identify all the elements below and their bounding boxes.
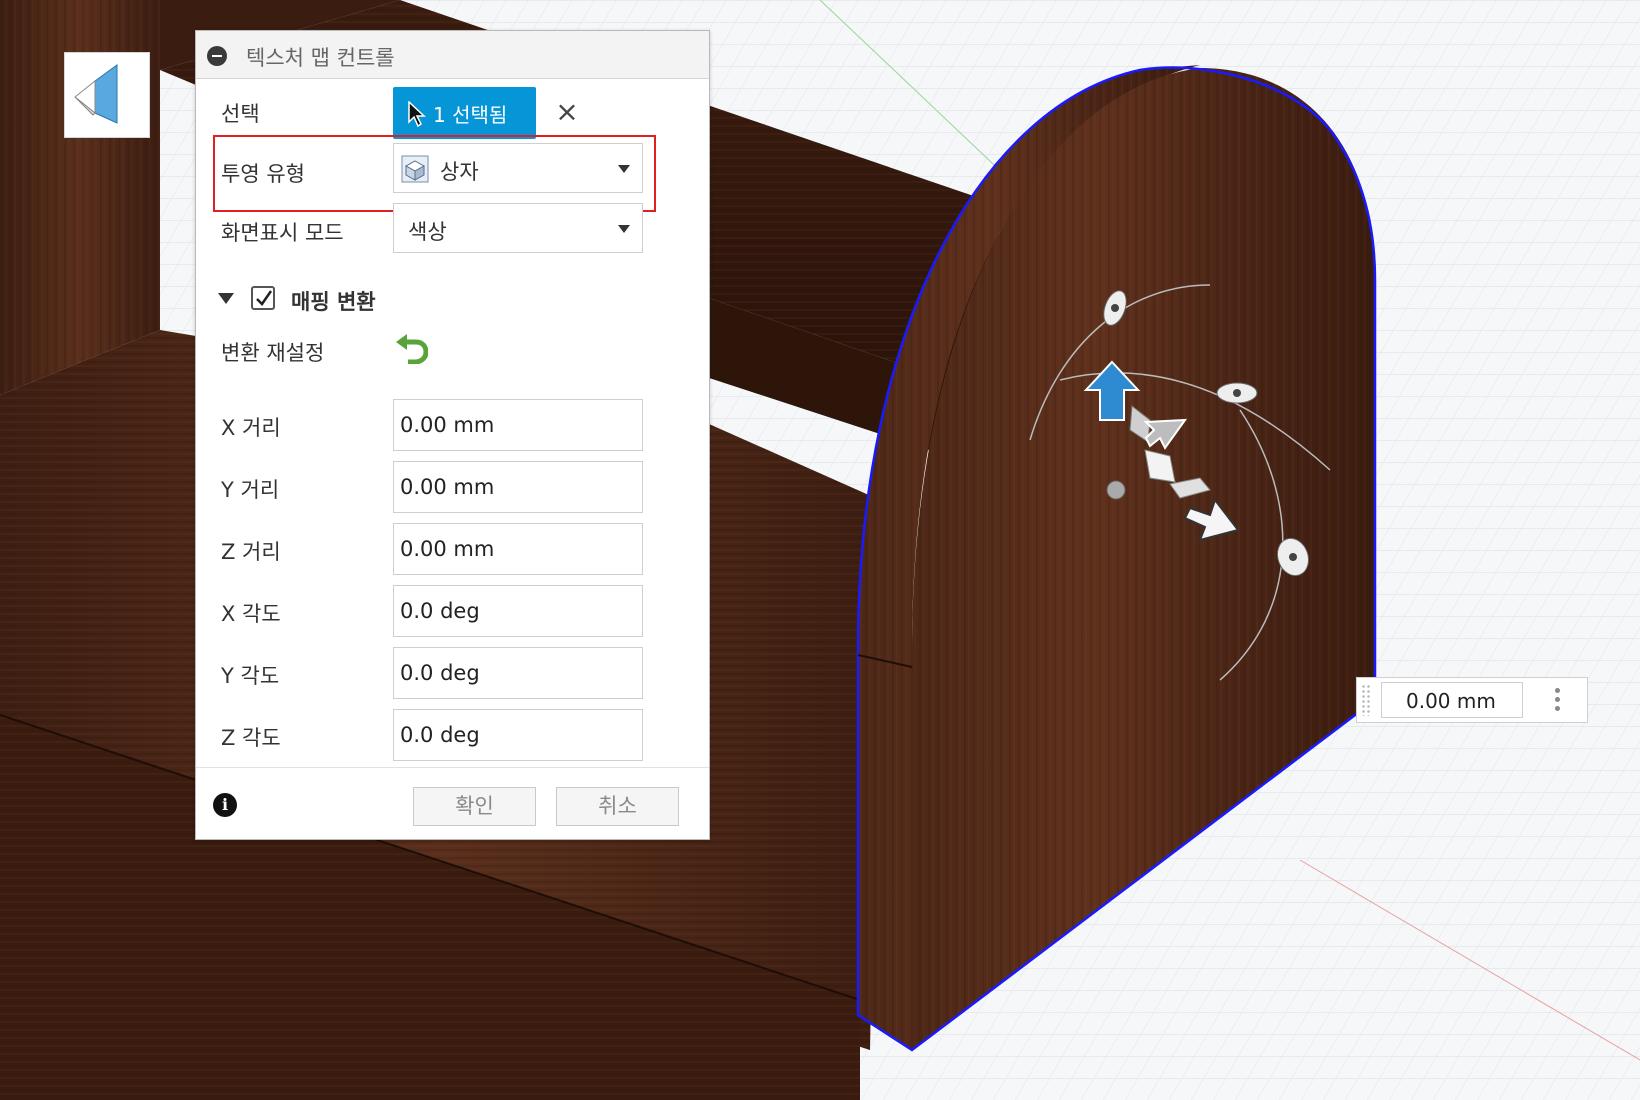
reset-transform-label: 변환 재설정 <box>221 341 325 365</box>
box-projection-icon <box>401 155 429 183</box>
transform-value: 0.00 mm <box>400 475 495 499</box>
dimension-input-box: 0.00 mm <box>1356 677 1588 723</box>
field-label: Y 거리 <box>221 478 280 502</box>
transform-input[interactable]: 0.00 mm <box>393 399 643 451</box>
field-label: Y 각도 <box>221 664 280 688</box>
viewcube[interactable] <box>64 52 150 138</box>
section-collapse-icon[interactable] <box>218 293 234 304</box>
close-x-icon[interactable]: × <box>554 98 580 126</box>
projection-type-dropdown[interactable]: 상자 <box>393 143 643 193</box>
transform-value: 0.0 deg <box>400 723 480 747</box>
viewcube-icon <box>74 64 118 124</box>
field-label: Z 각도 <box>221 726 281 750</box>
transform-input[interactable]: 0.00 mm <box>393 523 643 575</box>
cancel-button[interactable]: 취소 <box>556 787 679 826</box>
info-icon[interactable]: i <box>213 793 237 817</box>
projection-type-value: 상자 <box>440 160 479 184</box>
panel-title: 텍스처 맵 컨트롤 <box>246 46 395 70</box>
chevron-down-icon <box>618 165 630 173</box>
dimension-value: 0.00 mm <box>1406 689 1496 713</box>
selection-button[interactable]: 1 선택됨 <box>393 87 536 139</box>
ok-button[interactable]: 확인 <box>413 787 536 826</box>
display-mode-value: 색상 <box>408 220 447 244</box>
transform-value: 0.0 deg <box>400 599 480 623</box>
transform-value: 0.0 deg <box>400 661 480 685</box>
more-vertical-icon[interactable] <box>1553 685 1561 715</box>
minus-circle-icon[interactable] <box>207 46 227 66</box>
mapping-transform-checkbox[interactable] <box>251 286 275 310</box>
projection-type-label: 투영 유형 <box>221 162 305 186</box>
selection-label: 선택 <box>221 102 260 126</box>
checkmark-icon <box>256 290 273 306</box>
transform-input[interactable]: 0.0 deg <box>393 709 643 761</box>
dimension-input-field[interactable]: 0.00 mm <box>1381 682 1523 718</box>
selection-count: 1 선택됨 <box>433 103 508 127</box>
reset-arrow-icon[interactable] <box>394 334 428 364</box>
field-label: Z 거리 <box>221 540 281 564</box>
field-label: X 각도 <box>221 602 281 626</box>
transform-value: 0.00 mm <box>400 537 495 561</box>
transform-input[interactable]: 0.0 deg <box>393 585 643 637</box>
mapping-transform-label: 매핑 변환 <box>291 290 376 314</box>
display-mode-label: 화면표시 모드 <box>221 221 344 245</box>
transform-input[interactable]: 0.0 deg <box>393 647 643 699</box>
drag-handle[interactable] <box>1361 684 1371 716</box>
transform-value: 0.00 mm <box>400 413 495 437</box>
panel-header: 텍스처 맵 컨트롤 <box>196 31 709 79</box>
display-mode-dropdown[interactable]: 색상 <box>393 203 643 253</box>
field-label: X 거리 <box>221 416 281 440</box>
pointer-cursor-icon <box>408 101 426 127</box>
chevron-down-icon <box>618 225 630 233</box>
texture-map-control-panel: 텍스처 맵 컨트롤 선택 1 선택됨 × 투영 유형 상자 화면표시 모드 색상… <box>195 30 710 840</box>
panel-footer: i 확인 취소 <box>196 767 709 839</box>
transform-input[interactable]: 0.00 mm <box>393 461 643 513</box>
